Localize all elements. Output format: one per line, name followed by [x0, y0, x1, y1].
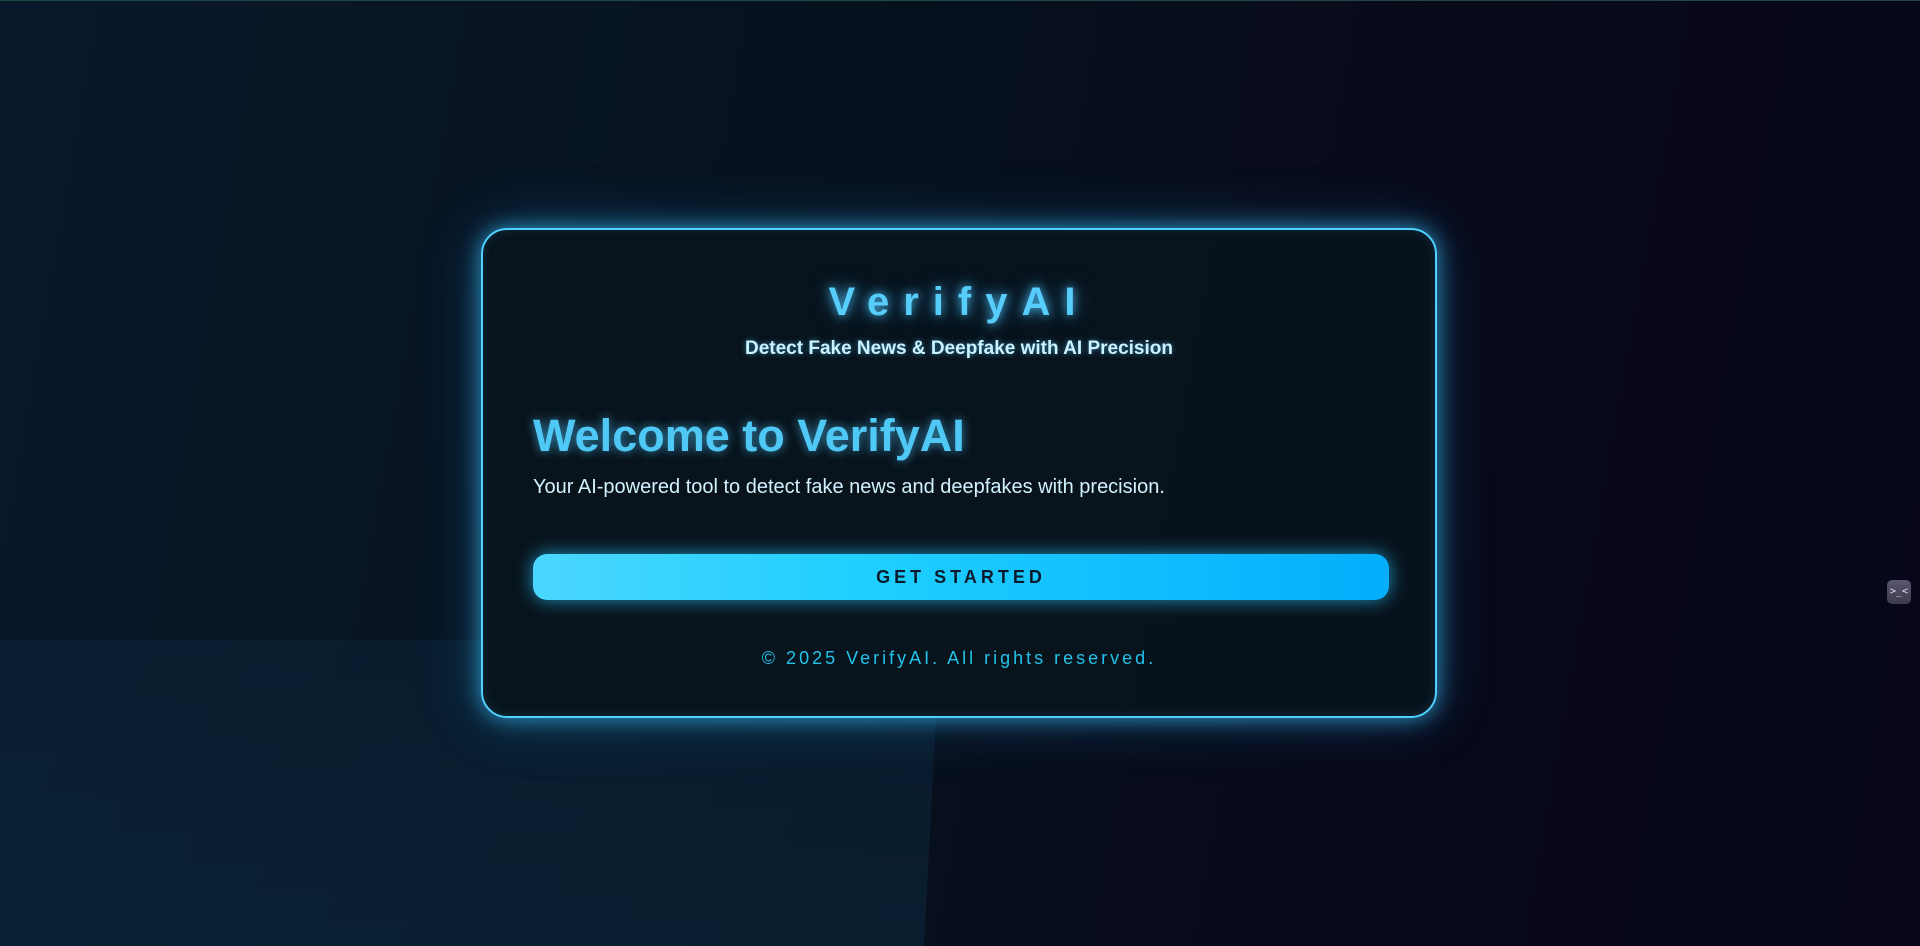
- top-border-line: [0, 0, 1920, 1]
- welcome-card: VerifyAI Detect Fake News & Deepfake wit…: [481, 228, 1437, 718]
- get-started-button[interactable]: GET STARTED: [533, 554, 1389, 600]
- app-logo: VerifyAI: [828, 280, 1090, 324]
- page-description: Your AI-powered tool to detect fake news…: [533, 476, 1165, 498]
- side-widget-glyph: >_<: [1889, 586, 1909, 597]
- app-tagline: Detect Fake News & Deepfake with AI Prec…: [744, 338, 1173, 359]
- terminal-icon[interactable]: >_<: [1887, 580, 1911, 604]
- page-title: Welcome to VerifyAI: [533, 410, 965, 461]
- copyright-footer: © 2025 VerifyAI. All rights reserved.: [761, 648, 1157, 668]
